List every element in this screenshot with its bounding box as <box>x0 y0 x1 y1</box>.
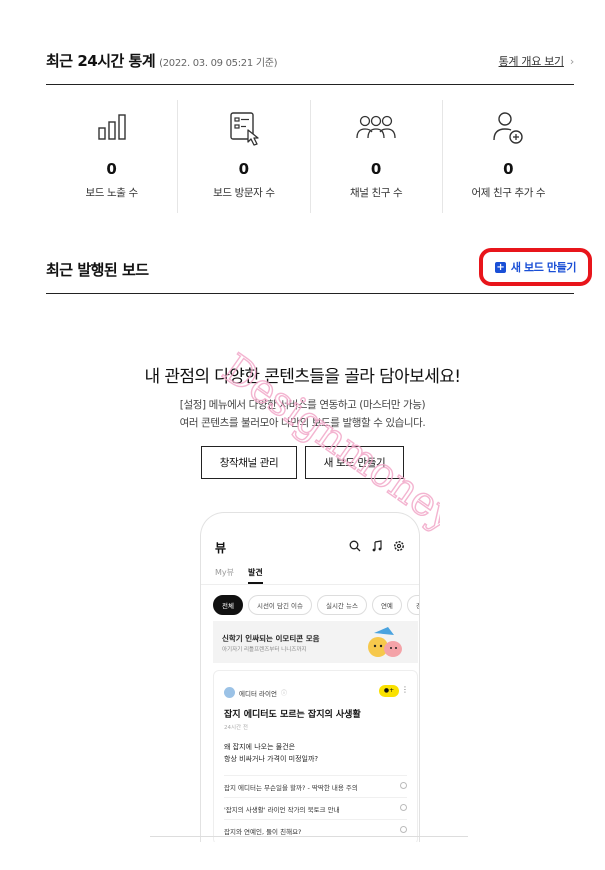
stat-friends-added-yesterday: 0 어제 친구 추가 수 <box>441 100 574 213</box>
gear-icon <box>394 541 404 551</box>
phone-header-title: 뷰 <box>215 541 227 555</box>
empty-state-actions: 창작채널 관리 새 보드 만들기 <box>0 446 605 479</box>
stats-grid: 0 보드 노출 수 0 보드 방문자 수 0 채널 친구 수 0 어제 친구 추… <box>46 100 574 213</box>
chat-badge-icon: ●+ <box>379 685 399 697</box>
card-author: 에디터 라이언 ⓘ <box>224 687 287 698</box>
banner-title: 신학기 인싸되는 이모티콘 모음 <box>222 634 320 643</box>
avatar <box>224 687 235 698</box>
character-illustration-icon <box>368 627 402 657</box>
list-item: '잡지의 사생활' 라이언 작가의 북토크 안내 <box>224 797 407 814</box>
stat-value: 0 <box>503 160 514 178</box>
phone-header-icons <box>349 540 405 552</box>
empty-state-desc-line1: [설정] 메뉴에서 다양한 서비스를 연동하고 (마스터만 가능) <box>179 399 426 411</box>
stats-overview-link[interactable]: 통계 개요 보기 › <box>499 53 575 69</box>
plus-icon: + <box>494 261 506 273</box>
list-item-text: 잡지와 연예인, 둘이 친해요? <box>224 828 302 836</box>
tab-discover: 발견 <box>248 567 263 584</box>
list-item-text: 잡지 에디터는 무슨일을 할까? - 딱딱한 내용 주의 <box>224 784 358 792</box>
people-group-icon <box>356 115 396 139</box>
chip: 연예 <box>371 595 402 615</box>
stats-timestamp: (2022. 03. 09 05:21 기준) <box>159 58 278 69</box>
phone-tabs-divider <box>201 584 419 585</box>
chevron-right-icon: › <box>569 55 574 68</box>
stat-board-visitors: 0 보드 방문자 수 <box>177 100 309 213</box>
list-item: 잡지와 연예인, 둘이 친해요? <box>224 819 407 836</box>
new-board-button[interactable]: + 새 보드 만들기 <box>479 248 592 286</box>
stats-overview-link-label[interactable]: 통계 개요 보기 <box>499 55 565 68</box>
info-icon: ⓘ <box>280 690 287 697</box>
boards-divider <box>46 293 574 294</box>
stat-value: 0 <box>370 160 382 178</box>
chip: 시선이 담긴 이슈 <box>247 595 312 615</box>
phone-banner: 신학기 인싸되는 이모티콘 모음 아기자기 리틀프렌즈부터 니니즈까지 <box>213 621 418 663</box>
more-icon: ⋮ <box>401 685 409 694</box>
stat-value: 0 <box>238 160 250 178</box>
stat-label: 보드 방문자 수 <box>213 187 275 199</box>
stat-value: 0 <box>106 160 117 178</box>
add-friend-icon <box>493 112 524 144</box>
create-board-button[interactable]: 새 보드 만들기 <box>305 446 404 479</box>
author-name: 에디터 라이언 <box>239 689 277 698</box>
stats-title: 최근 24시간 통계 (2022. 03. 09 05:21 기준) <box>46 50 278 71</box>
phone-tabs: My뷰 발견 <box>215 567 263 584</box>
manage-channel-button[interactable]: 창작채널 관리 <box>201 446 297 479</box>
empty-state-desc-line2: 여러 콘텐츠를 불러모아 나만의 보드를 발행할 수 있습니다. <box>179 417 426 429</box>
stat-channel-friends: 0 채널 친구 수 <box>309 100 442 213</box>
card-body-line1: 왜 잡지에 나오는 물건은 <box>224 743 296 751</box>
banner-subtitle: 아기자기 리틀프렌즈부터 니니즈까지 <box>222 647 307 653</box>
stat-label: 채널 친구 수 <box>350 187 403 199</box>
card-time: 24시간 전 <box>224 725 248 731</box>
card-title: 잡지 에디터도 모르는 잡지의 사생활 <box>224 710 361 720</box>
chip: 전체 <box>213 595 243 615</box>
empty-state-title: 내 관점의 다양한 콘텐츠들을 골라 담아보세요! <box>144 367 462 387</box>
stat-label: 어제 친구 추가 수 <box>471 187 546 199</box>
stat-label: 보드 노출 수 <box>85 187 139 199</box>
search-icon <box>349 540 361 552</box>
phone-bottom-line <box>150 836 468 837</box>
card-body-line2: 항상 비싸거나 가격이 미정일까? <box>224 755 319 763</box>
stats-header: 최근 24시간 통계 (2022. 03. 09 05:21 기준) 통계 개요 … <box>46 50 574 72</box>
chip: 경제 <box>406 595 419 615</box>
recent-boards-title: 최근 발행된 보드 <box>46 261 149 279</box>
bar-chart-icon <box>97 114 126 140</box>
stats-divider <box>46 84 574 85</box>
board-click-icon <box>230 112 259 146</box>
stats-title-text: 최근 24시간 통계 <box>46 52 156 70</box>
list-item-text: '잡지의 사생활' 라이언 작가의 북토크 안내 <box>224 806 340 814</box>
stat-board-impressions: 0 보드 노출 수 <box>46 100 177 213</box>
circle-icon <box>400 782 407 789</box>
phone-content-card: 에디터 라이언 ⓘ ●+ ⋮ 잡지 에디터도 모르는 잡지의 사생활 24시간 … <box>213 670 418 842</box>
phone-category-chips: 전체 시선이 담긴 이슈 실시간 뉴스 연예 경제 <box>213 595 419 615</box>
card-body: 왜 잡지에 나오는 물건은 항상 비싸거나 가격이 미정일까? <box>224 741 318 765</box>
chip: 실시간 뉴스 <box>316 595 367 615</box>
new-board-button-label[interactable]: 새 보드 만들기 <box>511 259 577 275</box>
circle-icon <box>400 826 407 833</box>
phone-mockup: 뷰 My뷰 발견 전체 시선이 담긴 이슈 실시간 뉴스 연예 경제 신학기 인… <box>200 512 420 842</box>
tab-my-view: My뷰 <box>215 568 234 577</box>
list-item: 잡지 에디터는 무슨일을 할까? - 딱딱한 내용 주의 <box>224 775 407 792</box>
circle-icon <box>400 804 407 811</box>
music-note-icon <box>372 540 382 552</box>
